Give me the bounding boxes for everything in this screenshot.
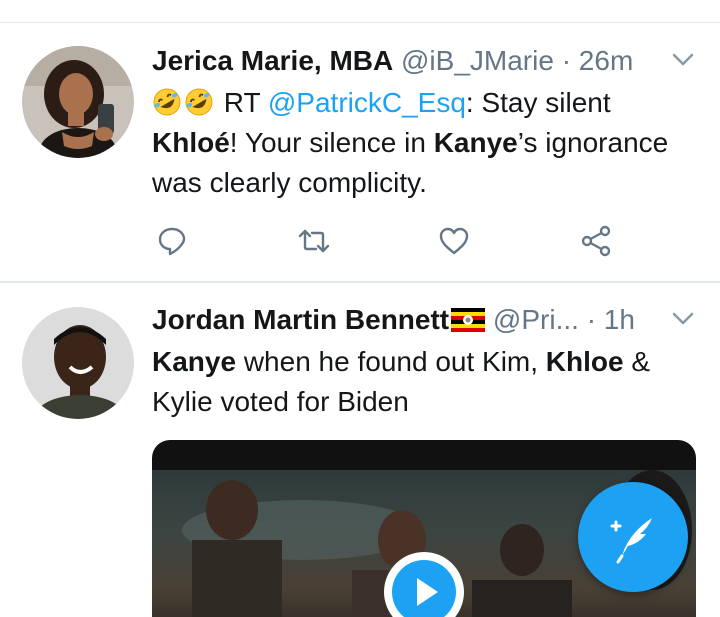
user-handle[interactable]: @iB_JMarie	[401, 45, 554, 76]
timestamp[interactable]: 26m	[579, 45, 633, 76]
tweet-text-segment: : Stay silent	[465, 87, 611, 118]
uganda-flag-icon	[451, 303, 486, 332]
separator-dot: ·	[586, 304, 597, 335]
bold-name: Kanye	[152, 346, 237, 377]
compose-tweet-button[interactable]	[578, 482, 688, 592]
rolling-on-floor-laughing-emoji-icon	[153, 88, 181, 116]
display-name[interactable]: Jerica Marie, MBA	[152, 45, 393, 76]
tweet-text: RT @PatrickC_Esq: Stay silent Khloé! You…	[152, 83, 700, 203]
reply-icon[interactable]	[156, 225, 188, 257]
chevron-down-icon[interactable]	[672, 312, 694, 326]
separator-dot: ·	[561, 45, 572, 76]
tweet-header: Jerica Marie, MBA @iB_JMarie · 26m	[152, 41, 702, 81]
play-button[interactable]	[384, 552, 464, 617]
mention-link[interactable]: @PatrickC_Esq	[268, 87, 466, 118]
timestamp[interactable]: 1h	[604, 304, 635, 335]
bold-name: Khloé	[152, 127, 230, 158]
avatar[interactable]	[22, 46, 134, 158]
compose-tweet-icon	[610, 518, 652, 564]
tweet-text-segment: ! Your silence in	[229, 127, 434, 158]
retweet-prefix: RT	[216, 87, 268, 118]
tweet-text: Kanye when he found out Kim, Khloe & Kyl…	[152, 342, 700, 422]
avatar[interactable]	[22, 307, 134, 419]
bold-name: Kanye	[433, 127, 518, 158]
bold-name: Khloe	[545, 346, 624, 377]
tweet-header: Jordan Martin Bennett @Pri... · 1h	[152, 300, 702, 340]
tweet-text-segment: when he found out Kim,	[236, 346, 546, 377]
display-name[interactable]: Jordan Martin Bennett	[152, 304, 449, 335]
like-icon[interactable]	[438, 225, 470, 257]
tweet-actions	[152, 219, 622, 263]
rolling-on-floor-laughing-emoji-icon	[185, 88, 213, 116]
retweet-icon[interactable]	[298, 225, 330, 257]
tweet[interactable]: Jerica Marie, MBA @iB_JMarie · 26m RT @P…	[0, 23, 720, 281]
user-handle[interactable]: @Pri...	[493, 304, 579, 335]
share-icon[interactable]	[580, 225, 612, 257]
play-icon	[417, 578, 438, 606]
chevron-down-icon[interactable]	[672, 53, 694, 67]
